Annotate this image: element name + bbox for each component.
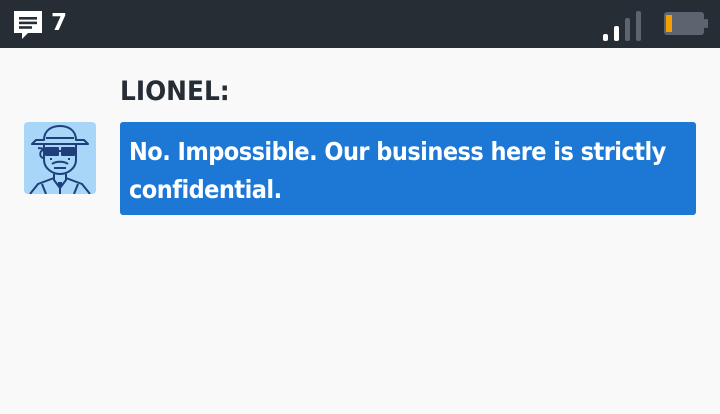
dialogue-box[interactable]: No. Impossible. Our business here is str… [120, 122, 696, 215]
lionel-portrait-icon [29, 125, 91, 194]
character-portrait [24, 122, 96, 194]
signal-bar [625, 18, 630, 41]
signal-bar [614, 26, 619, 41]
signal-bar [636, 11, 641, 41]
signal-strength-icon [603, 11, 641, 41]
signal-bar [603, 34, 608, 41]
battery-icon [664, 12, 708, 35]
message-count: 7 [51, 10, 68, 36]
dialogue-text: No. Impossible. Our business here is str… [129, 137, 666, 204]
chat-bubble-icon[interactable] [12, 9, 44, 41]
status-bar: 7 [0, 0, 720, 48]
speaker-name: LIONEL: [120, 76, 230, 107]
dialogue-screen: LIONEL: No. Impossible. Our business her… [0, 48, 720, 414]
